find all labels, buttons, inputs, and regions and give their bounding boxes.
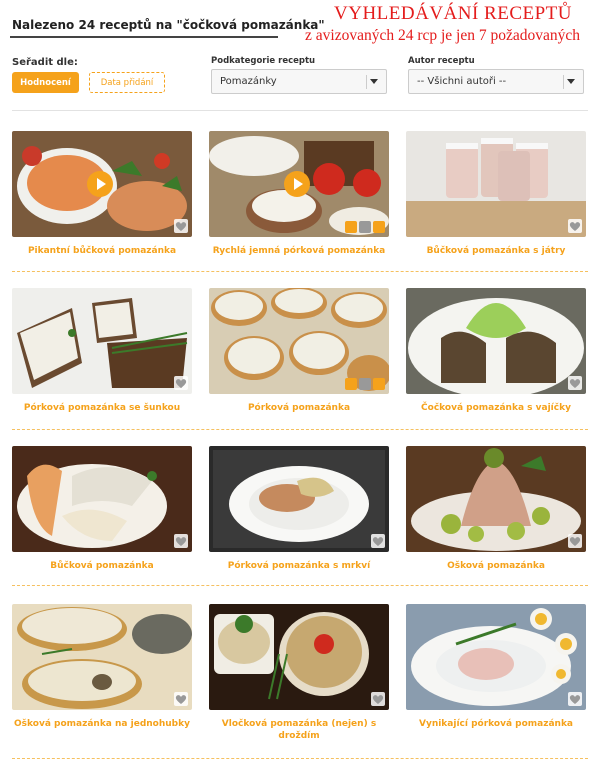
- recipe-title[interactable]: Ošková pomazánka: [406, 560, 586, 572]
- thumbs-up-icon: [345, 221, 357, 233]
- recipe-title[interactable]: Čočková pomazánka s vajíčky: [406, 402, 586, 414]
- play-video-icon[interactable]: [87, 171, 113, 197]
- author-label: Autor receptu: [408, 56, 475, 66]
- heart-icon[interactable]: [359, 378, 371, 390]
- recipe-image[interactable]: [406, 604, 586, 710]
- chevron-down-icon: [563, 75, 577, 89]
- heart-icon[interactable]: [568, 219, 582, 233]
- annotation-title: VYHLEDÁVÁNÍ RECEPTŮ: [334, 3, 573, 24]
- recipe-image[interactable]: [12, 131, 192, 237]
- results-heading: Nalezeno 24 receptů na "čočková pomazánk…: [12, 18, 325, 32]
- camera-icon: [373, 221, 385, 233]
- recipe-badges: [345, 378, 385, 390]
- recipe-image[interactable]: [12, 604, 192, 710]
- recipe-title[interactable]: Pikantní bůčková pomazánka: [12, 245, 192, 257]
- heart-icon[interactable]: [568, 534, 582, 548]
- heart-icon[interactable]: [568, 692, 582, 706]
- camera-icon: [373, 378, 385, 390]
- recipe-badges: [345, 221, 385, 233]
- chevron-down-icon: [366, 75, 380, 89]
- recipe-title[interactable]: Pórková pomazánka se šunkou: [12, 402, 192, 414]
- heart-icon[interactable]: [174, 219, 188, 233]
- row-separator: [12, 271, 588, 272]
- recipe-title[interactable]: Bůčková pomazánka s játry: [406, 245, 586, 257]
- sort-by-date-button[interactable]: Data přidání: [89, 72, 165, 93]
- heart-icon[interactable]: [568, 376, 582, 390]
- recipe-image[interactable]: [406, 288, 586, 394]
- subcategory-label: Podkategorie receptu: [211, 56, 316, 66]
- recipe-title[interactable]: Pórková pomazánka s mrkví: [209, 560, 389, 572]
- recipe-image[interactable]: [209, 604, 389, 710]
- divider: [12, 110, 588, 111]
- heart-icon[interactable]: [371, 692, 385, 706]
- recipe-title[interactable]: Pórková pomazánka: [209, 402, 389, 414]
- author-select[interactable]: -- Všichni autoři --: [408, 69, 584, 94]
- subcategory-select[interactable]: Pomazánky: [211, 69, 387, 94]
- recipe-image[interactable]: [12, 446, 192, 552]
- recipe-image[interactable]: [209, 131, 389, 237]
- recipe-title[interactable]: Rychlá jemná pórková pomazánka: [209, 245, 389, 257]
- recipe-title[interactable]: Bůčková pomazánka: [12, 560, 192, 572]
- annotation-note: z avizovaných 24 rcp je jen 7 požadovaný…: [305, 27, 581, 44]
- heading-underline: [10, 36, 278, 38]
- heart-icon[interactable]: [174, 692, 188, 706]
- recipe-title[interactable]: Vynikající pórková pomazánka: [406, 718, 586, 730]
- recipe-title[interactable]: Ošková pomazánka na jednohubky: [12, 718, 192, 730]
- recipe-image[interactable]: [406, 131, 586, 237]
- row-separator: [12, 585, 588, 586]
- heart-icon[interactable]: [371, 534, 385, 548]
- recipe-image[interactable]: [406, 446, 586, 552]
- thumbs-up-icon: [345, 378, 357, 390]
- recipe-image[interactable]: [209, 446, 389, 552]
- author-value: -- Všichni autoři --: [417, 76, 507, 87]
- heart-icon[interactable]: [174, 534, 188, 548]
- recipe-title[interactable]: Vločková pomazánka (nejen) s droždím: [209, 718, 389, 742]
- sort-label: Seřadit dle:: [12, 57, 78, 68]
- subcategory-value: Pomazánky: [220, 76, 277, 87]
- play-video-icon[interactable]: [284, 171, 310, 197]
- row-separator: [12, 429, 588, 430]
- heart-icon[interactable]: [174, 376, 188, 390]
- sort-by-rating-button[interactable]: Hodnocení: [12, 72, 79, 93]
- heart-icon[interactable]: [359, 221, 371, 233]
- recipe-image[interactable]: [12, 288, 192, 394]
- recipe-image[interactable]: [209, 288, 389, 394]
- row-separator: [12, 758, 588, 759]
